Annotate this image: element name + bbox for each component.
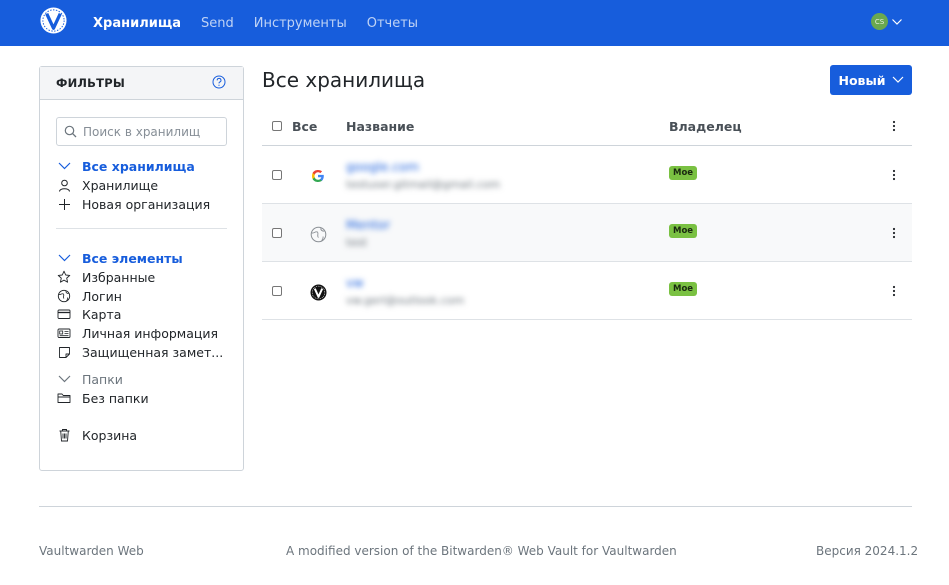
filter-trash-label: Корзина <box>82 427 138 443</box>
owner-badge: Мое <box>669 166 698 180</box>
filter-new-organization-label: Новая организация <box>82 196 211 212</box>
footer-app-name: Vaultwarden Web <box>39 544 144 558</box>
footer-divider <box>39 506 912 507</box>
nav-tools[interactable]: Инструменты <box>254 16 347 31</box>
vaultwarden-logo-icon[interactable] <box>39 6 68 35</box>
select-all-checkbox[interactable] <box>272 121 282 131</box>
owner-badge: Мое <box>669 224 698 238</box>
plus-icon <box>56 196 72 212</box>
filter-no-folder-label: Без папки <box>82 390 149 406</box>
id-card-icon <box>56 325 72 341</box>
filter-no-folder[interactable]: Без папки <box>56 390 149 406</box>
main-nav: Хранилища Send Инструменты Отчеты <box>93 0 438 46</box>
filter-all-vaults[interactable]: Все хранилища <box>56 158 195 174</box>
top-navbar: Хранилища Send Инструменты Отчеты CS <box>0 0 949 46</box>
filter-folders-label: Папки <box>82 371 123 387</box>
filter-all-items[interactable]: Все элементы <box>56 250 183 266</box>
owner-badge: Мое <box>669 282 698 296</box>
item-username: vw.gerl@outlook.com <box>346 294 465 307</box>
table-header: Все Название Владелец <box>262 108 912 146</box>
filters-panel: ФИЛЬТРЫ Все хранилища Хранилище Новая ор… <box>39 66 244 471</box>
filter-vault-personal-label: Хранилище <box>82 177 159 193</box>
filter-all-vaults-label: Все хранилища <box>82 158 195 174</box>
vault-search <box>56 117 227 146</box>
filter-favorites[interactable]: Избранные <box>56 269 155 285</box>
filters-header: ФИЛЬТРЫ <box>40 67 243 100</box>
row-options-icon[interactable] <box>886 283 902 299</box>
help-icon[interactable] <box>212 75 226 89</box>
table-row[interactable]: vw vw.gerl@outlook.com Мое <box>262 262 912 320</box>
filter-folders[interactable]: Папки <box>56 371 123 387</box>
star-icon <box>56 269 72 285</box>
page-title: Все хранилища <box>262 68 426 92</box>
user-icon <box>56 177 72 193</box>
new-item-button[interactable]: Новый <box>830 65 912 95</box>
filter-login[interactable]: Логин <box>56 288 122 304</box>
item-name-link[interactable]: google.com <box>346 159 419 174</box>
column-all[interactable]: Все <box>292 119 317 134</box>
filter-trash[interactable]: Корзина <box>56 427 137 443</box>
footer-attribution: A modified version of the Bitwarden® Web… <box>286 544 677 558</box>
globe-icon <box>56 288 72 304</box>
filter-login-label: Логин <box>82 288 122 304</box>
item-name-link[interactable]: Mentor <box>346 217 390 232</box>
row-checkbox[interactable] <box>272 286 282 296</box>
filter-identity[interactable]: Личная информация <box>56 325 218 341</box>
new-item-button-label: Новый <box>838 72 886 88</box>
account-menu[interactable]: CS <box>871 13 903 30</box>
nav-reports[interactable]: Отчеты <box>367 16 418 31</box>
item-username: test <box>346 236 368 249</box>
filter-secure-note-label: Защищенная замет... <box>82 344 224 360</box>
table-row[interactable]: Mentor test Мое <box>262 204 912 262</box>
chevron-down-icon <box>56 158 72 174</box>
row-checkbox[interactable] <box>272 228 282 238</box>
filter-identity-label: Личная информация <box>82 325 219 341</box>
vaultwarden-icon <box>309 283 327 301</box>
filter-secure-note[interactable]: Защищенная замет... <box>56 344 223 360</box>
avatar: CS <box>871 13 888 30</box>
filter-all-items-label: Все элементы <box>82 250 183 266</box>
row-options-icon[interactable] <box>886 167 902 183</box>
table-row[interactable]: google.com testuser.gitmail@gmail.com Мо… <box>262 146 912 204</box>
filter-card-label: Карта <box>82 306 122 322</box>
footer-version: Версия 2024.1.2 <box>816 544 919 558</box>
column-name[interactable]: Название <box>346 119 414 134</box>
chevron-down-icon <box>892 76 903 83</box>
column-owner[interactable]: Владелец <box>669 119 742 134</box>
filter-card[interactable]: Карта <box>56 306 121 322</box>
chevron-down-icon <box>56 250 72 266</box>
item-name-link[interactable]: vw <box>346 275 364 290</box>
card-icon <box>56 306 72 322</box>
folder-icon <box>56 390 72 406</box>
globe-icon <box>309 225 327 243</box>
item-username: testuser.gitmail@gmail.com <box>346 178 501 191</box>
search-input[interactable] <box>83 124 213 139</box>
row-options-icon[interactable] <box>886 225 902 241</box>
filter-vault-personal[interactable]: Хранилище <box>56 177 158 193</box>
table-options-icon[interactable] <box>886 118 902 134</box>
note-icon <box>56 344 72 360</box>
filter-divider <box>56 228 227 229</box>
google-icon <box>309 167 327 185</box>
trash-icon <box>56 427 72 443</box>
filters-title: ФИЛЬТРЫ <box>56 76 125 90</box>
filter-favorites-label: Избранные <box>82 269 156 285</box>
row-checkbox[interactable] <box>272 170 282 180</box>
chevron-down-icon <box>892 18 902 25</box>
nav-send[interactable]: Send <box>201 16 234 31</box>
chevron-down-icon <box>56 371 72 387</box>
vault-items-table: Все Название Владелец google.com testuse… <box>262 108 912 320</box>
search-icon <box>64 125 77 138</box>
filter-new-organization[interactable]: Новая организация <box>56 196 210 212</box>
nav-vaults[interactable]: Хранилища <box>93 16 181 31</box>
